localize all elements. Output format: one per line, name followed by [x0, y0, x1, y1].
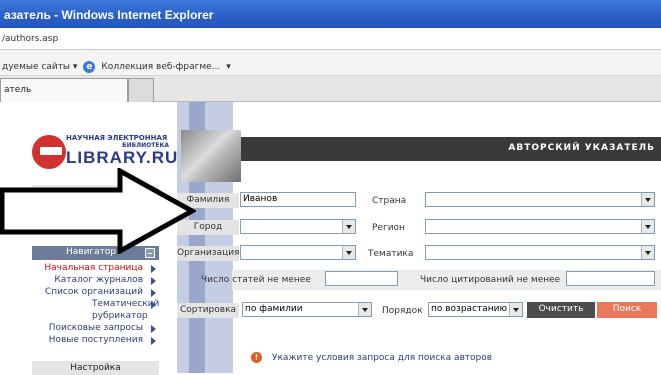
- nav-item-search-queries[interactable]: Поисковые запросы: [32, 322, 159, 334]
- info-icon: !: [251, 352, 262, 363]
- nav-item-label: Начальная страница: [44, 263, 143, 273]
- chevron-down-icon: [641, 193, 654, 206]
- sort-value: по фамилии: [245, 304, 303, 314]
- elibrary-logo[interactable]: НАУЧНАЯ ЭЛЕКТРОННАЯ БИБЛИОТЕКА LIBRARY.R…: [32, 132, 177, 172]
- elibrary-e-icon: [32, 135, 66, 169]
- country-select[interactable]: [425, 192, 655, 207]
- arrow-right-icon: [151, 265, 156, 273]
- order-label: Порядок: [382, 306, 423, 316]
- region-select[interactable]: [425, 219, 655, 234]
- sort-select[interactable]: по фамилии: [242, 302, 372, 317]
- nav-item-label: Список организаций: [44, 287, 143, 297]
- country-label: Страна: [372, 196, 407, 206]
- search-button[interactable]: Поиск: [597, 302, 657, 318]
- nav-item-organizations[interactable]: Список организаций: [32, 286, 159, 298]
- annotation-arrow-icon: [0, 168, 196, 254]
- logo-line1: НАУЧНАЯ ЭЛЕКТРОННАЯ: [66, 134, 168, 142]
- articles-input[interactable]: [325, 271, 398, 286]
- topic-select[interactable]: [425, 245, 655, 260]
- clear-button[interactable]: Очистить: [527, 302, 595, 318]
- nav-item-label: Тематический рубрикатор: [92, 299, 160, 321]
- arrow-right-icon: [151, 301, 156, 309]
- citations-input[interactable]: [566, 271, 655, 286]
- chevron-down-icon: [641, 246, 654, 259]
- org-select[interactable]: [240, 245, 356, 260]
- articles-label: Число статей не менее: [201, 275, 311, 285]
- logo-brand: LIBRARY.RU: [66, 148, 179, 167]
- navigator-list: Начальная страница Каталог журналов Спис…: [32, 262, 159, 346]
- nav-item-label: Каталог журналов: [54, 275, 143, 285]
- favorites-dropdown[interactable]: ▾: [226, 62, 231, 72]
- nav-item-label: Новые поступления: [48, 335, 143, 345]
- nav-item-home[interactable]: Начальная страница: [32, 262, 159, 274]
- address-bar[interactable]: /authors.asp: [0, 28, 661, 50]
- chevron-down-icon: [509, 303, 522, 316]
- tab-bar: атель: [0, 76, 661, 102]
- page-banner: АВТОРСКИЙ УКАЗАТЕЛЬ: [241, 137, 661, 161]
- city-select[interactable]: [240, 219, 356, 234]
- order-select[interactable]: по возрастанию: [428, 302, 523, 317]
- nav-item-journals[interactable]: Каталог журналов: [32, 274, 159, 286]
- page-title: АВТОРСКИЙ УКАЗАТЕЛЬ: [508, 143, 655, 153]
- arrow-right-icon: [151, 325, 156, 333]
- window-title: азатель - Windows Internet Explorer: [0, 0, 661, 28]
- surname-input[interactable]: Иванов: [240, 192, 356, 207]
- new-tab-button[interactable]: [128, 78, 154, 102]
- chevron-down-icon: [358, 303, 371, 316]
- info-message: Укажите условия запроса для поиска автор…: [272, 353, 493, 363]
- favorites-suggested-sites[interactable]: дуемые сайты ▾: [2, 62, 77, 72]
- order-value: по возрастанию: [431, 304, 508, 314]
- region-label: Регион: [372, 223, 405, 233]
- citations-label: Число цитирований не менее: [420, 275, 561, 285]
- nav-item-label: Поисковые запросы: [48, 323, 143, 333]
- arrow-right-icon: [151, 277, 156, 285]
- tab-active[interactable]: атель: [0, 78, 128, 102]
- topic-label: Тематика: [368, 249, 414, 259]
- favorites-bar: дуемые сайты ▾ e Коллекция веб-фрагме...…: [0, 50, 661, 76]
- arrow-right-icon: [151, 337, 156, 345]
- chevron-down-icon: [342, 220, 355, 233]
- nav-item-new-arrivals[interactable]: Новые поступления: [32, 334, 159, 346]
- ie-icon: e: [83, 60, 96, 73]
- nav-item-rubricator[interactable]: Тематический рубрикатор: [32, 298, 159, 322]
- chevron-down-icon: [641, 220, 654, 233]
- sort-label: Сортировка: [177, 303, 239, 318]
- chevron-down-icon: [342, 246, 355, 259]
- favorites-web-slices[interactable]: Коллекция веб-фрагме...: [101, 62, 220, 72]
- arrow-right-icon: [151, 289, 156, 297]
